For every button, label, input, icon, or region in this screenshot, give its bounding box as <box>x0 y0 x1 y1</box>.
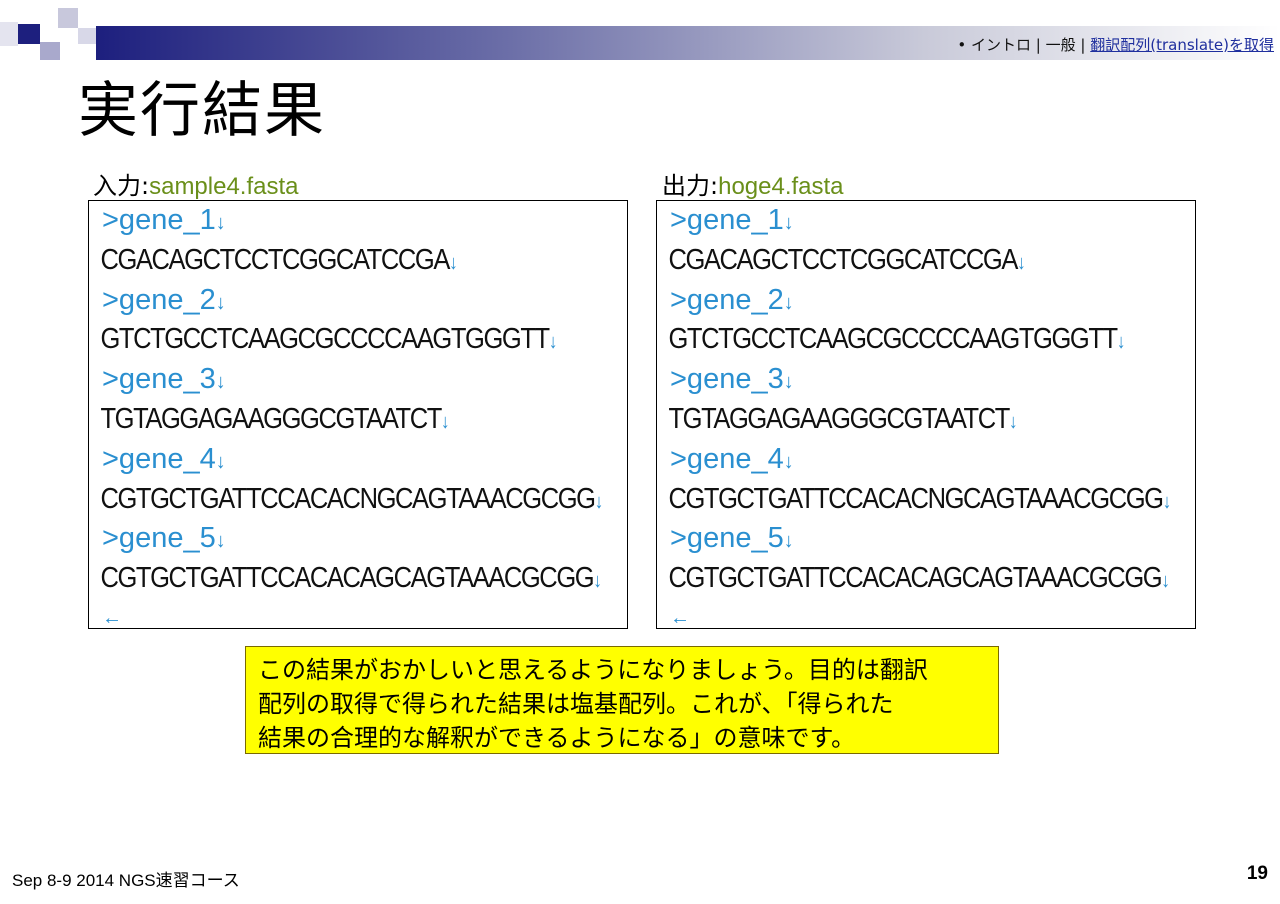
fasta-sequence-text: GTCTGCCTCAAGCGCCCCAAGTGGGTT <box>668 323 1118 356</box>
fasta-header-line: >gene_4↓ <box>657 440 1195 480</box>
fasta-sequence-line: TGTAGGAGAAGGGCGTAATCT↓ <box>657 400 1130 440</box>
fasta-sequence-line: CGTGCTGATTCCACACNGCAGTAAACGCGG↓ <box>89 480 603 520</box>
fasta-header-text: >gene_2 <box>102 283 216 316</box>
line-end-arrow-icon: ↓ <box>783 450 794 473</box>
output-label-colon: : <box>710 172 719 200</box>
fasta-header-text: >gene_4 <box>670 442 784 475</box>
input-label: 入力:sample4.fasta <box>93 166 299 201</box>
fasta-header-text: >gene_5 <box>102 522 216 555</box>
fasta-header-line: >gene_3↓ <box>89 360 627 400</box>
line-end-arrow-icon: ↓ <box>594 490 604 513</box>
line-end-arrow-icon: ↓ <box>1116 331 1126 354</box>
input-label-text: 入力 <box>93 172 141 200</box>
fasta-sequence-text: TGTAGGAGAAGGGCGTAATCT <box>668 402 1010 435</box>
breadcrumb-separator: | <box>1080 36 1086 54</box>
line-end-arrow-icon: ↓ <box>1161 570 1170 593</box>
fasta-sequence-text: CGACAGCTCCTCGGCATCCGA <box>668 243 1018 276</box>
explanation-note: この結果がおかしいと思えるようになりましょう。目的は翻訳 配列の取得で得られた結… <box>245 646 999 754</box>
fasta-sequence-text: CGTGCTGATTCCACACNGCAGTAAACGCGG <box>100 482 596 515</box>
fasta-sequence-line: CGTGCTGATTCCACACAGCAGTAAACGCGG↓ <box>89 559 602 599</box>
decorative-square <box>18 24 40 44</box>
decorative-square <box>58 8 78 28</box>
line-end-arrow-icon: ↓ <box>215 450 226 473</box>
output-label-text: 出力 <box>662 172 710 200</box>
footer-text: Sep 8-9 2014 NGS速習コース <box>12 871 240 890</box>
page-title: 実行結果 <box>78 76 326 146</box>
line-end-arrow-icon: ↓ <box>215 530 226 553</box>
output-label: 出力:hoge4.fasta <box>662 166 844 201</box>
line-end-arrow-icon: ↓ <box>783 291 794 314</box>
fasta-header-text: >gene_3 <box>102 363 216 396</box>
input-fasta-box: >gene_1↓ CGACAGCTCCTCGGCATCCGA↓ >gene_2↓ GT… <box>88 200 628 629</box>
eof-arrow-icon: ← <box>670 606 690 629</box>
fasta-sequence-text: CGTGCTGATTCCACACNGCAGTAAACGCGG <box>668 482 1164 515</box>
breadcrumb-separator: | <box>1035 36 1041 54</box>
fasta-header-text: >gene_4 <box>102 442 216 475</box>
line-end-arrow-icon: ↓ <box>783 212 794 234</box>
fasta-header-line: >gene_4↓ <box>89 440 627 480</box>
breadcrumb-item-intro: イントロ <box>970 36 1031 54</box>
fasta-header-text: >gene_1 <box>670 204 784 236</box>
note-line: 結果の合理的な解釈ができるようになる」の意味です。 <box>258 724 856 752</box>
fasta-header-line: >gene_5↓ <box>657 519 1195 559</box>
breadcrumb-bullet: • <box>957 36 967 54</box>
breadcrumb: • イントロ | 一般 | 翻訳配列(translate)を取得 <box>957 34 1274 55</box>
fasta-header-line: >gene_2↓ <box>89 281 627 321</box>
decorative-square <box>78 28 96 44</box>
input-filename: sample4.fasta <box>149 173 299 200</box>
page-number: 19 <box>1246 863 1268 884</box>
line-end-arrow-icon: ↓ <box>1016 251 1026 274</box>
decorative-square <box>0 22 18 46</box>
note-line: 配列の取得で得られた結果は塩基配列。これが、「得られた <box>258 690 894 718</box>
decorative-square <box>40 42 60 60</box>
fasta-sequence-text: GTCTGCCTCAAGCGCCCCAAGTGGGTT <box>100 323 550 356</box>
line-end-arrow-icon: ↓ <box>448 251 458 274</box>
output-fasta-box: >gene_1↓ CGACAGCTCCTCGGCATCCGA↓ >gene_2↓ GT… <box>656 200 1196 629</box>
fasta-sequence-line: TGTAGGAGAAGGGCGTAATCT↓ <box>89 400 562 440</box>
fasta-sequence-text: TGTAGGAGAAGGGCGTAATCT <box>100 402 442 435</box>
eof-arrow-icon: ← <box>102 606 122 629</box>
fasta-sequence-line: CGACAGCTCCTCGGCATCCGA↓ <box>657 241 1130 281</box>
breadcrumb-link-translate[interactable]: 翻訳配列(translate)を取得 <box>1090 36 1274 54</box>
line-end-arrow-icon: ↓ <box>215 291 226 314</box>
fasta-sequence-line: CGACAGCTCCTCGGCATCCGA↓ <box>89 241 562 281</box>
line-end-arrow-icon: ↓ <box>1008 410 1018 433</box>
line-end-arrow-icon: ↓ <box>593 570 602 593</box>
note-line: この結果がおかしいと思えるようになりましょう。目的は翻訳 <box>258 656 928 684</box>
fasta-header-line: >gene_1↓ <box>657 201 1195 241</box>
fasta-sequence-line: CGTGCTGATTCCACACNGCAGTAAACGCGG↓ <box>657 480 1171 520</box>
fasta-header-text: >gene_1 <box>102 204 216 236</box>
fasta-header-line: >gene_5↓ <box>89 519 627 559</box>
output-filename: hoge4.fasta <box>718 173 844 200</box>
breadcrumb-item-general: 一般 <box>1045 36 1076 54</box>
fasta-header-text: >gene_5 <box>670 522 784 555</box>
fasta-sequence-text: CGTGCTGATTCCACACAGCAGTAAACGCGG <box>668 562 1162 595</box>
input-label-colon: : <box>141 172 150 200</box>
fasta-header-line: >gene_1↓ <box>89 201 627 241</box>
line-end-arrow-icon: ↓ <box>783 530 794 553</box>
line-end-arrow-icon: ↓ <box>215 371 226 394</box>
fasta-sequence-line: CGTGCTGATTCCACACAGCAGTAAACGCGG↓ <box>657 559 1170 599</box>
line-end-arrow-icon: ↓ <box>548 331 558 354</box>
line-end-arrow-icon: ↓ <box>440 410 450 433</box>
fasta-header-line: >gene_3↓ <box>657 360 1195 400</box>
line-end-arrow-icon: ↓ <box>215 212 226 234</box>
fasta-header-text: >gene_3 <box>670 363 784 396</box>
line-end-arrow-icon: ↓ <box>1162 490 1172 513</box>
fasta-sequence-line: GTCTGCCTCAAGCGCCCCAAGTGGGTT↓ <box>89 320 562 360</box>
fasta-sequence-text: CGTGCTGATTCCACACAGCAGTAAACGCGG <box>100 562 594 595</box>
fasta-sequence-text: CGACAGCTCCTCGGCATCCGA <box>100 243 450 276</box>
fasta-header-text: >gene_2 <box>670 283 784 316</box>
line-end-arrow-icon: ↓ <box>783 371 794 394</box>
fasta-sequence-line: GTCTGCCTCAAGCGCCCCAAGTGGGTT↓ <box>657 320 1130 360</box>
fasta-header-line: >gene_2↓ <box>657 281 1195 321</box>
